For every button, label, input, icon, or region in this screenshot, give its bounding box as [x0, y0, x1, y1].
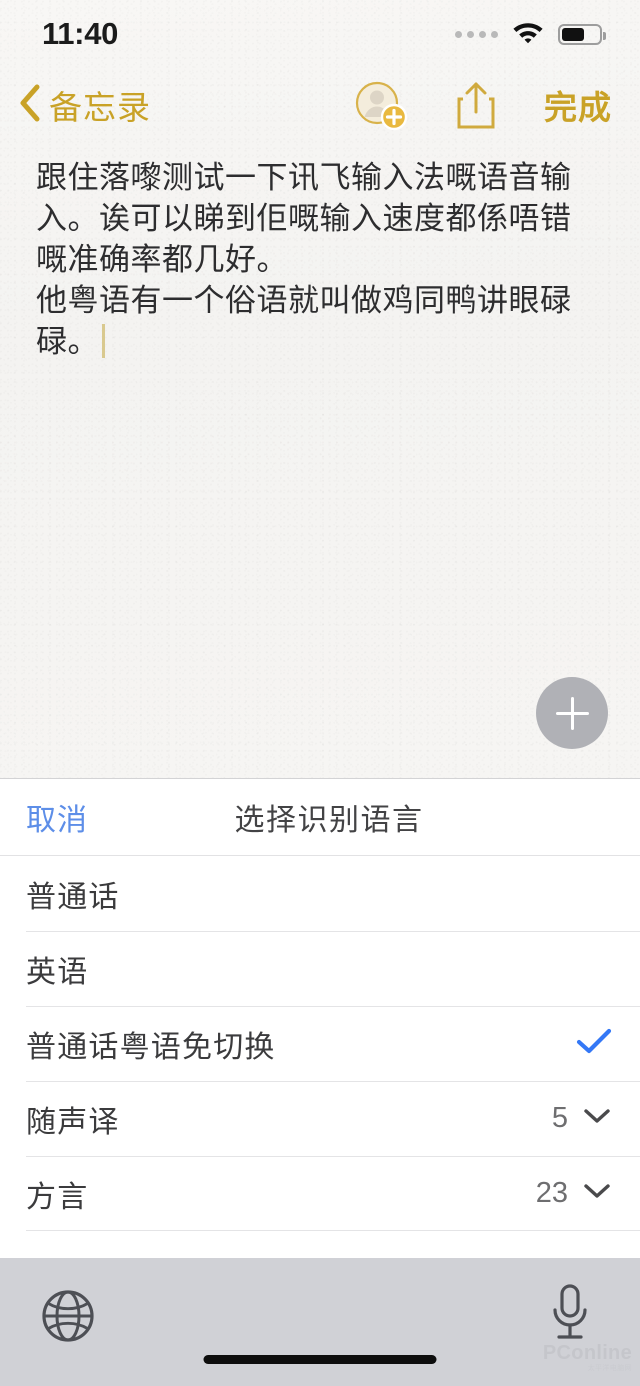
phone-screen: 11:40 备忘录 完成 跟住落嚟测试一下讯飞输入法嘅语音输入。诶可以睇到佢嘅输…: [0, 0, 640, 1386]
list-item-label: 随声译: [26, 1105, 120, 1139]
chevron-down-icon[interactable]: [582, 1106, 612, 1131]
home-indicator[interactable]: [203, 1355, 437, 1364]
list-item-accessory: [576, 1027, 612, 1060]
sheet-header: 取消 选择识别语言: [0, 779, 640, 856]
list-item-count: 23: [535, 1177, 568, 1209]
nav-actions: 完成: [354, 79, 618, 131]
list-item-label: 方言: [26, 1180, 89, 1214]
microphone-icon[interactable]: [546, 1282, 594, 1351]
done-button[interactable]: 完成: [544, 81, 612, 129]
navigation-bar: 备忘录 完成: [0, 74, 640, 136]
list-item-label: 普通话: [26, 880, 120, 914]
globe-icon[interactable]: [38, 1286, 98, 1351]
note-paragraph-text: 他粤语有一个俗语就叫做鸡同鸭讲眼碌碌。: [36, 283, 572, 360]
cancel-button[interactable]: 取消: [26, 795, 88, 839]
plus-icon: [555, 711, 589, 715]
list-item-count: 5: [551, 1102, 568, 1134]
list-item-accessory: 5: [552, 1102, 612, 1135]
language-picker-sheet: 取消 选择识别语言 普通话 英语 普通话粤语免切换 随声译 5 方言 23: [0, 778, 640, 1258]
back-label: 备忘录: [49, 89, 151, 126]
list-item[interactable]: 普通话粤语免切换: [0, 1006, 640, 1081]
checkmark-icon: [576, 1027, 612, 1060]
list-item[interactable]: 方言 23: [0, 1156, 640, 1231]
chevron-down-icon[interactable]: [582, 1181, 612, 1206]
wifi-icon: [511, 19, 545, 49]
list-item-label: 英语: [26, 955, 89, 989]
share-icon[interactable]: [454, 79, 498, 131]
text-caret: [102, 324, 105, 358]
note-paragraph: 跟住落嚟测试一下讯飞输入法嘅语音输入。诶可以睇到佢嘅输入速度都係唔错嘅准确率都几…: [36, 160, 572, 278]
battery-icon: [558, 23, 606, 45]
list-item[interactable]: 随声译 5: [0, 1081, 640, 1156]
chevron-left-icon: [18, 84, 40, 127]
add-person-icon[interactable]: [354, 79, 408, 131]
back-button[interactable]: 备忘录: [18, 81, 151, 129]
watermark-text: PConline: [542, 1342, 632, 1364]
keyboard-toolbar: PConline 太平洋电脑网: [0, 1258, 640, 1386]
list-item-accessory: 23: [536, 1177, 612, 1210]
note-paragraph: 他粤语有一个俗语就叫做鸡同鸭讲眼碌碌。: [36, 281, 602, 363]
note-canvas[interactable]: 11:40 备忘录 完成 跟住落嚟测试一下讯飞输入法嘅语音输入。诶可以睇到佢嘅输…: [0, 0, 640, 778]
note-text-body[interactable]: 跟住落嚟测试一下讯飞输入法嘅语音输入。诶可以睇到佢嘅输入速度都係唔错嘅准确率都几…: [36, 158, 602, 363]
language-list: 普通话 英语 普通话粤语免切换 随声译 5 方言 23: [0, 856, 640, 1231]
list-item[interactable]: 英语: [0, 931, 640, 1006]
list-item-label: 普通话粤语免切换: [26, 1030, 276, 1064]
status-time: 11:40: [42, 16, 119, 51]
list-item[interactable]: 普通话: [0, 856, 640, 931]
watermark: PConline 太平洋电脑网: [543, 1343, 632, 1372]
sheet-title: 选择识别语言: [234, 804, 424, 837]
status-indicators: [455, 19, 606, 49]
watermark-subtext: 太平洋电脑网: [587, 1365, 632, 1372]
signal-dots-icon: [455, 30, 498, 38]
status-bar: 11:40: [0, 0, 640, 68]
add-attachment-button[interactable]: [536, 677, 608, 749]
